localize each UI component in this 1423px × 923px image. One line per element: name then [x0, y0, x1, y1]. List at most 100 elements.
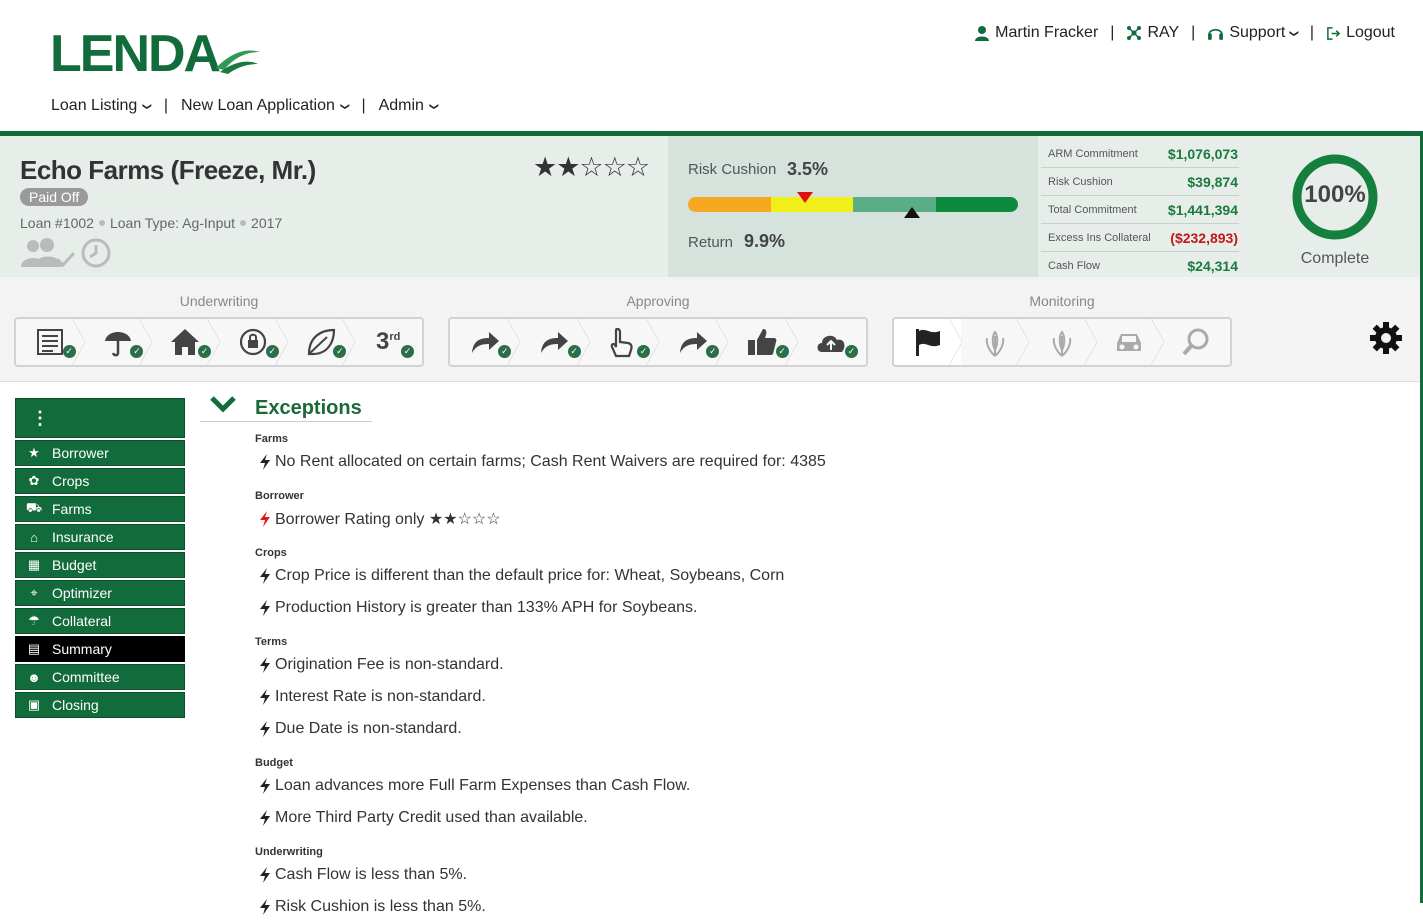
- logo-text: LENDA: [50, 25, 221, 76]
- fin-label: ARM Commitment: [1048, 147, 1138, 160]
- check-icon: ✓: [265, 345, 279, 358]
- gauge-segment-orange: [688, 197, 771, 212]
- sidebar-item-collateral[interactable]: ☂ Collateral: [15, 608, 185, 634]
- exception-category: Crops: [255, 547, 287, 559]
- leaf-icon: [307, 328, 335, 356]
- risk-cushion-value: 3.5%: [787, 159, 829, 179]
- loan-meta: Loan #1002 Loan Type: Ag-Input 2017: [20, 215, 282, 231]
- lenda-logo[interactable]: LENDA: [50, 24, 260, 83]
- check-icon: ✓: [198, 345, 212, 358]
- clock-icon[interactable]: [80, 237, 112, 269]
- logout-link[interactable]: Logout: [1326, 24, 1395, 42]
- user-menu[interactable]: Martin Fracker: [974, 24, 1098, 42]
- exceptions-list: Farms No Rent allocated on certain farms;…: [255, 433, 1355, 923]
- car-icon: [1117, 334, 1142, 351]
- loan-type: Loan Type: Ag-Input: [109, 215, 236, 231]
- settings-gear-icon[interactable]: [1368, 320, 1404, 356]
- fin-value: $1,076,073: [1167, 145, 1238, 162]
- step-forward-2[interactable]: ✓: [519, 319, 590, 365]
- step-farms[interactable]: ✓: [151, 319, 220, 365]
- crosshair-icon: ⌖: [30, 585, 38, 600]
- step-third-party[interactable]: 3rd ✓: [354, 319, 422, 365]
- sidebar-item-crops[interactable]: ✿ Crops: [15, 468, 185, 494]
- sidebar-item-borrower[interactable]: ★ Borrower: [15, 440, 185, 466]
- exceptions-divider: [200, 421, 372, 422]
- nav-new-loan-application[interactable]: New Loan Application ❯: [181, 97, 350, 115]
- step-crop-1[interactable]: [961, 319, 1030, 365]
- return-value: 9.9%: [744, 231, 786, 251]
- check-icon: ✓: [706, 345, 720, 358]
- search-icon: [1182, 328, 1209, 356]
- sidebar-item-optimizer[interactable]: ⌖ Optimizer: [15, 580, 185, 606]
- step-insurance[interactable]: ✓: [84, 319, 153, 365]
- fin-row: Cash Flow $24,314: [1041, 252, 1239, 280]
- sidebar-item-summary[interactable]: ▤ Summary: [15, 636, 185, 662]
- step-crops[interactable]: ✓: [287, 319, 356, 365]
- third-icon: 3rd: [376, 328, 401, 355]
- fin-label: Total Commitment: [1048, 203, 1137, 216]
- nav-admin[interactable]: Admin ❯: [379, 97, 440, 115]
- user-name: Martin Fracker: [995, 24, 1099, 41]
- fin-label: Excess Ins Collateral: [1048, 231, 1151, 244]
- institution-icon: ⌂: [30, 529, 38, 545]
- chevron-down-icon: ❯: [1289, 29, 1300, 37]
- exception-item: Due Date is non-standard.: [255, 713, 1355, 745]
- step-crop-2[interactable]: [1028, 319, 1097, 365]
- bolt-icon: [260, 867, 270, 883]
- fin-value: $1,441,394: [1167, 201, 1238, 218]
- step-flag[interactable]: [894, 319, 963, 365]
- flag-icon: [915, 329, 940, 356]
- loan-year: 2017: [251, 215, 283, 231]
- sidebar-item-closing[interactable]: ▣ Closing: [15, 692, 185, 718]
- step-collateral-lock[interactable]: ✓: [219, 319, 288, 365]
- step-checklist[interactable]: ✓: [16, 319, 85, 365]
- step-hand-pointer[interactable]: ✓: [589, 319, 660, 365]
- exception-item: No Rent allocated on certain farms; Cash…: [255, 446, 1355, 478]
- step-forward-3[interactable]: ✓: [658, 319, 729, 365]
- logout-label: Logout: [1346, 24, 1395, 41]
- home-icon: [171, 329, 200, 355]
- chevron-down-icon: ❯: [142, 102, 153, 110]
- ray-link[interactable]: RAY: [1126, 24, 1179, 42]
- step-forward-1[interactable]: ✓: [450, 319, 521, 365]
- ray-icon: [1127, 26, 1142, 40]
- sidebar-item-farms[interactable]: ⛟ Farms: [15, 496, 185, 522]
- exception-item: Origination Fee is non-standard.: [255, 649, 1355, 681]
- nav-loan-listing[interactable]: Loan Listing ❯: [51, 97, 153, 115]
- lock-refresh-icon: [239, 328, 266, 356]
- sidebar-toggle[interactable]: ⋮: [15, 398, 185, 438]
- sidebar-item-label: Farms: [52, 501, 92, 517]
- step-approve[interactable]: ✓: [727, 319, 798, 365]
- gauge-segment-green: [935, 197, 1018, 212]
- sidebar-item-committee[interactable]: ☻ Committee: [15, 664, 185, 690]
- umbrella-icon: ☂: [28, 613, 40, 628]
- plant-icon: ✿: [28, 473, 40, 488]
- step-inspection-car[interactable]: [1096, 319, 1165, 365]
- collapse-chevron-icon[interactable]: [208, 393, 238, 415]
- sidebar-item-label: Summary: [52, 641, 112, 657]
- exception-text: Origination Fee is non-standard.: [275, 656, 504, 673]
- step-upload[interactable]: ✓: [797, 319, 866, 365]
- fin-row: Risk Cushion $39,874: [1041, 168, 1239, 196]
- exception-item: Borrower Rating only ★★☆☆☆: [255, 503, 1355, 535]
- check-icon: ✓: [401, 345, 415, 358]
- support-menu[interactable]: Support ❯: [1207, 24, 1300, 42]
- sidebar-item-budget[interactable]: ▦ Budget: [15, 552, 185, 578]
- nav-separator: |: [163, 97, 168, 114]
- exception-item: Loan advances more Full Farm Expenses th…: [255, 770, 1355, 802]
- star-icon: ★: [28, 445, 40, 460]
- loan-number: Loan #1002: [20, 215, 94, 231]
- step-review-search[interactable]: [1163, 319, 1230, 365]
- exception-item: More Third Party Credit used than availa…: [255, 802, 1355, 834]
- workflow-underwriting: Underwriting ✓ ✓ ✓ ✓ ✓ 3rd ✓: [14, 293, 424, 367]
- sidebar-item-insurance[interactable]: ⌂ Insurance: [15, 524, 185, 550]
- exception-item: Production History is greater than 133% …: [255, 592, 1355, 624]
- users-check-icon[interactable]: [20, 237, 76, 269]
- sidebar-item-label: Budget: [52, 557, 97, 573]
- exception-category: Terms: [255, 636, 288, 648]
- workflow-title: Monitoring: [1029, 293, 1095, 309]
- check-icon: ✓: [498, 345, 512, 358]
- exception-text: More Third Party Credit used than availa…: [275, 809, 588, 826]
- bolt-icon: [260, 778, 270, 794]
- check-icon: ✓: [567, 345, 581, 358]
